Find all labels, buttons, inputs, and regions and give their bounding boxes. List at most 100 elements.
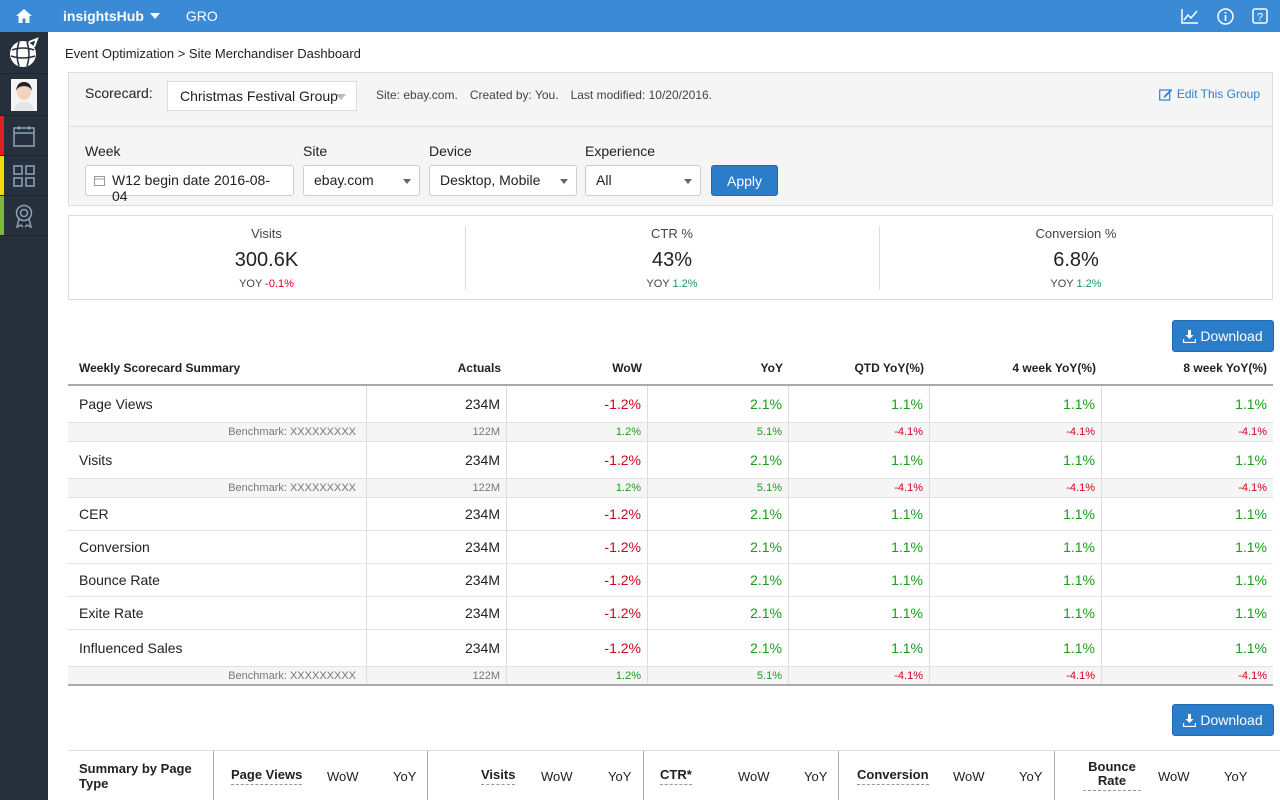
kpi-yoy-label: YOY	[646, 278, 670, 290]
kpi-yoy: YOY -0.1%	[69, 278, 464, 290]
metric-qtd: 1.1%	[789, 498, 930, 530]
group-wow[interactable]: WoW	[738, 769, 770, 784]
metric-yoy: 2.1%	[648, 531, 789, 563]
group-yoy[interactable]: YoY	[804, 769, 827, 784]
week-date-picker[interactable]: W12 begin date 2016-08-04	[85, 165, 294, 204]
kpi-yoy-value: 1.2%	[1076, 278, 1102, 290]
kpi-yoy-label: YOY	[239, 278, 263, 290]
metric-name: Bounce Rate	[68, 564, 367, 596]
scorecard-select[interactable]: Christmas Festival Group	[167, 81, 357, 111]
globe-icon	[10, 36, 39, 67]
group-wow[interactable]: WoW	[327, 769, 359, 784]
metric-actuals: 234M	[367, 564, 507, 596]
column-header[interactable]: Actuals	[367, 352, 507, 384]
kpi-yoy-label: YOY	[1050, 278, 1074, 290]
group-ctr: CTR* WoW YoY	[644, 751, 839, 800]
group-yoy[interactable]: YoY	[608, 769, 631, 784]
column-header[interactable]: WoW	[507, 352, 648, 384]
caret-down-icon	[560, 179, 568, 184]
group-name[interactable]: Page Views	[231, 767, 303, 785]
metric-yoy: 2.1%	[648, 498, 789, 530]
column-header[interactable]: 8 week YoY(%)	[1102, 352, 1273, 384]
column-header: Weekly Scorecard Summary	[79, 361, 241, 375]
kpi-title: Visits	[251, 226, 282, 241]
table-body: Page Views 234M -1.2% 2.1% 1.1% 1.1% 1.1% Bench…	[68, 386, 1273, 686]
benchmark-qtd: -4.1%	[789, 479, 930, 497]
table-row: Exite Rate 234M -1.2% 2.1% 1.1% 1.1% 1.1%	[68, 597, 1273, 630]
kpi-value: 6.8%	[1053, 249, 1099, 271]
metric-yoy: 2.1%	[648, 386, 789, 422]
column-header[interactable]: 4 week YoY(%)	[930, 352, 1102, 384]
avatar	[11, 78, 37, 111]
benchmark-yoy: 5.1%	[648, 667, 789, 684]
edit-icon	[1158, 88, 1173, 101]
sidebar-item-dashboard[interactable]	[0, 156, 48, 196]
group-name[interactable]: Conversion	[857, 767, 929, 785]
device-select[interactable]: Desktop, Mobile	[429, 165, 577, 196]
metric-yoy: 2.1%	[648, 442, 789, 478]
table-row: Visits 234M -1.2% 2.1% 1.1% 1.1% 1.1%	[68, 442, 1273, 479]
scorecard-meta: Site: ebay.com. Created by: You. Last mo…	[376, 88, 712, 102]
benchmark-row: Benchmark: XXXXXXXXX 122M 1.2% 5.1% -4.1% -4.…	[68, 667, 1273, 686]
download-icon	[1183, 713, 1197, 727]
module-link[interactable]: GRO	[186, 8, 218, 24]
metric-wow: -1.2%	[507, 597, 648, 629]
metric-name: CER	[68, 498, 367, 530]
scorecard-select-value: Christmas Festival Group	[180, 88, 338, 104]
calendar-icon	[94, 176, 105, 186]
site-select[interactable]: ebay.com	[303, 165, 420, 196]
metric-actuals: 234M	[367, 531, 507, 563]
scorecard-created-by: Created by: You.	[469, 88, 559, 102]
sidebar-item-calendar[interactable]	[0, 116, 48, 156]
benchmark-qtd: -4.1%	[789, 667, 930, 684]
help-icon[interactable]: ?	[1252, 8, 1268, 24]
info-icon[interactable]	[1217, 7, 1234, 25]
benchmark-wow: 1.2%	[507, 479, 648, 497]
group-wow[interactable]: WoW	[541, 769, 573, 784]
download-button[interactable]: Download	[1172, 704, 1274, 736]
column-header[interactable]: YoY	[648, 352, 789, 384]
group-yoy[interactable]: YoY	[1224, 769, 1247, 784]
sidebar-item-globe[interactable]	[0, 32, 48, 74]
kpi-yoy: YOY 1.2%	[880, 278, 1272, 290]
column-header[interactable]: QTD YoY(%)	[789, 352, 930, 384]
metric-w8: 1.1%	[1235, 539, 1267, 555]
sidebar-item-awards[interactable]	[0, 196, 48, 236]
kpi-yoy: YOY 1.2%	[466, 278, 878, 290]
edit-group-link[interactable]: Edit This Group	[1158, 87, 1260, 101]
download-button[interactable]: Download	[1172, 320, 1274, 352]
experience-value: All	[596, 172, 612, 188]
table-row: Bounce Rate 234M -1.2% 2.1% 1.1% 1.1% 1.1%	[68, 564, 1273, 597]
group-yoy[interactable]: YoY	[393, 769, 416, 784]
chart-icon[interactable]	[1181, 8, 1199, 24]
group-wow[interactable]: WoW	[1158, 769, 1190, 784]
metric-w8: 1.1%	[1235, 640, 1267, 656]
metric-w4: 1.1%	[930, 597, 1102, 629]
benchmark-yoy: 5.1%	[648, 423, 789, 441]
download-label: Download	[1200, 328, 1263, 344]
metric-wow: -1.2%	[507, 498, 648, 530]
group-yoy[interactable]: YoY	[1019, 769, 1042, 784]
app-switcher[interactable]: insightsHub	[63, 8, 160, 24]
metric-qtd: 1.1%	[789, 564, 930, 596]
group-wow[interactable]: WoW	[953, 769, 985, 784]
table-header: Weekly Scorecard Summary Actuals WoW YoY…	[68, 352, 1273, 386]
metric-w4: 1.1%	[930, 442, 1102, 478]
group-name[interactable]: Bounce Rate	[1083, 760, 1141, 791]
apply-button[interactable]: Apply	[711, 165, 778, 196]
benchmark-w4: -4.1%	[930, 667, 1102, 684]
kpi-conversion: Conversion % 6.8% YOY 1.2%	[880, 216, 1272, 301]
metric-wow: -1.2%	[507, 386, 648, 422]
edit-group-label: Edit This Group	[1176, 87, 1260, 101]
page-type-table-header: Summary by Page Type Page Views WoW YoY …	[68, 750, 1280, 800]
group-name[interactable]: CTR*	[660, 767, 692, 785]
experience-select[interactable]: All	[585, 165, 701, 196]
metric-w8: 1.1%	[1235, 572, 1267, 588]
metric-name: Influenced Sales	[68, 630, 367, 666]
metric-yoy: 2.1%	[648, 597, 789, 629]
group-name[interactable]: Visits	[481, 767, 516, 785]
sidebar-item-profile[interactable]	[0, 74, 48, 116]
home-button[interactable]	[0, 0, 48, 32]
download-icon	[1183, 329, 1197, 343]
metric-wow: -1.2%	[507, 531, 648, 563]
